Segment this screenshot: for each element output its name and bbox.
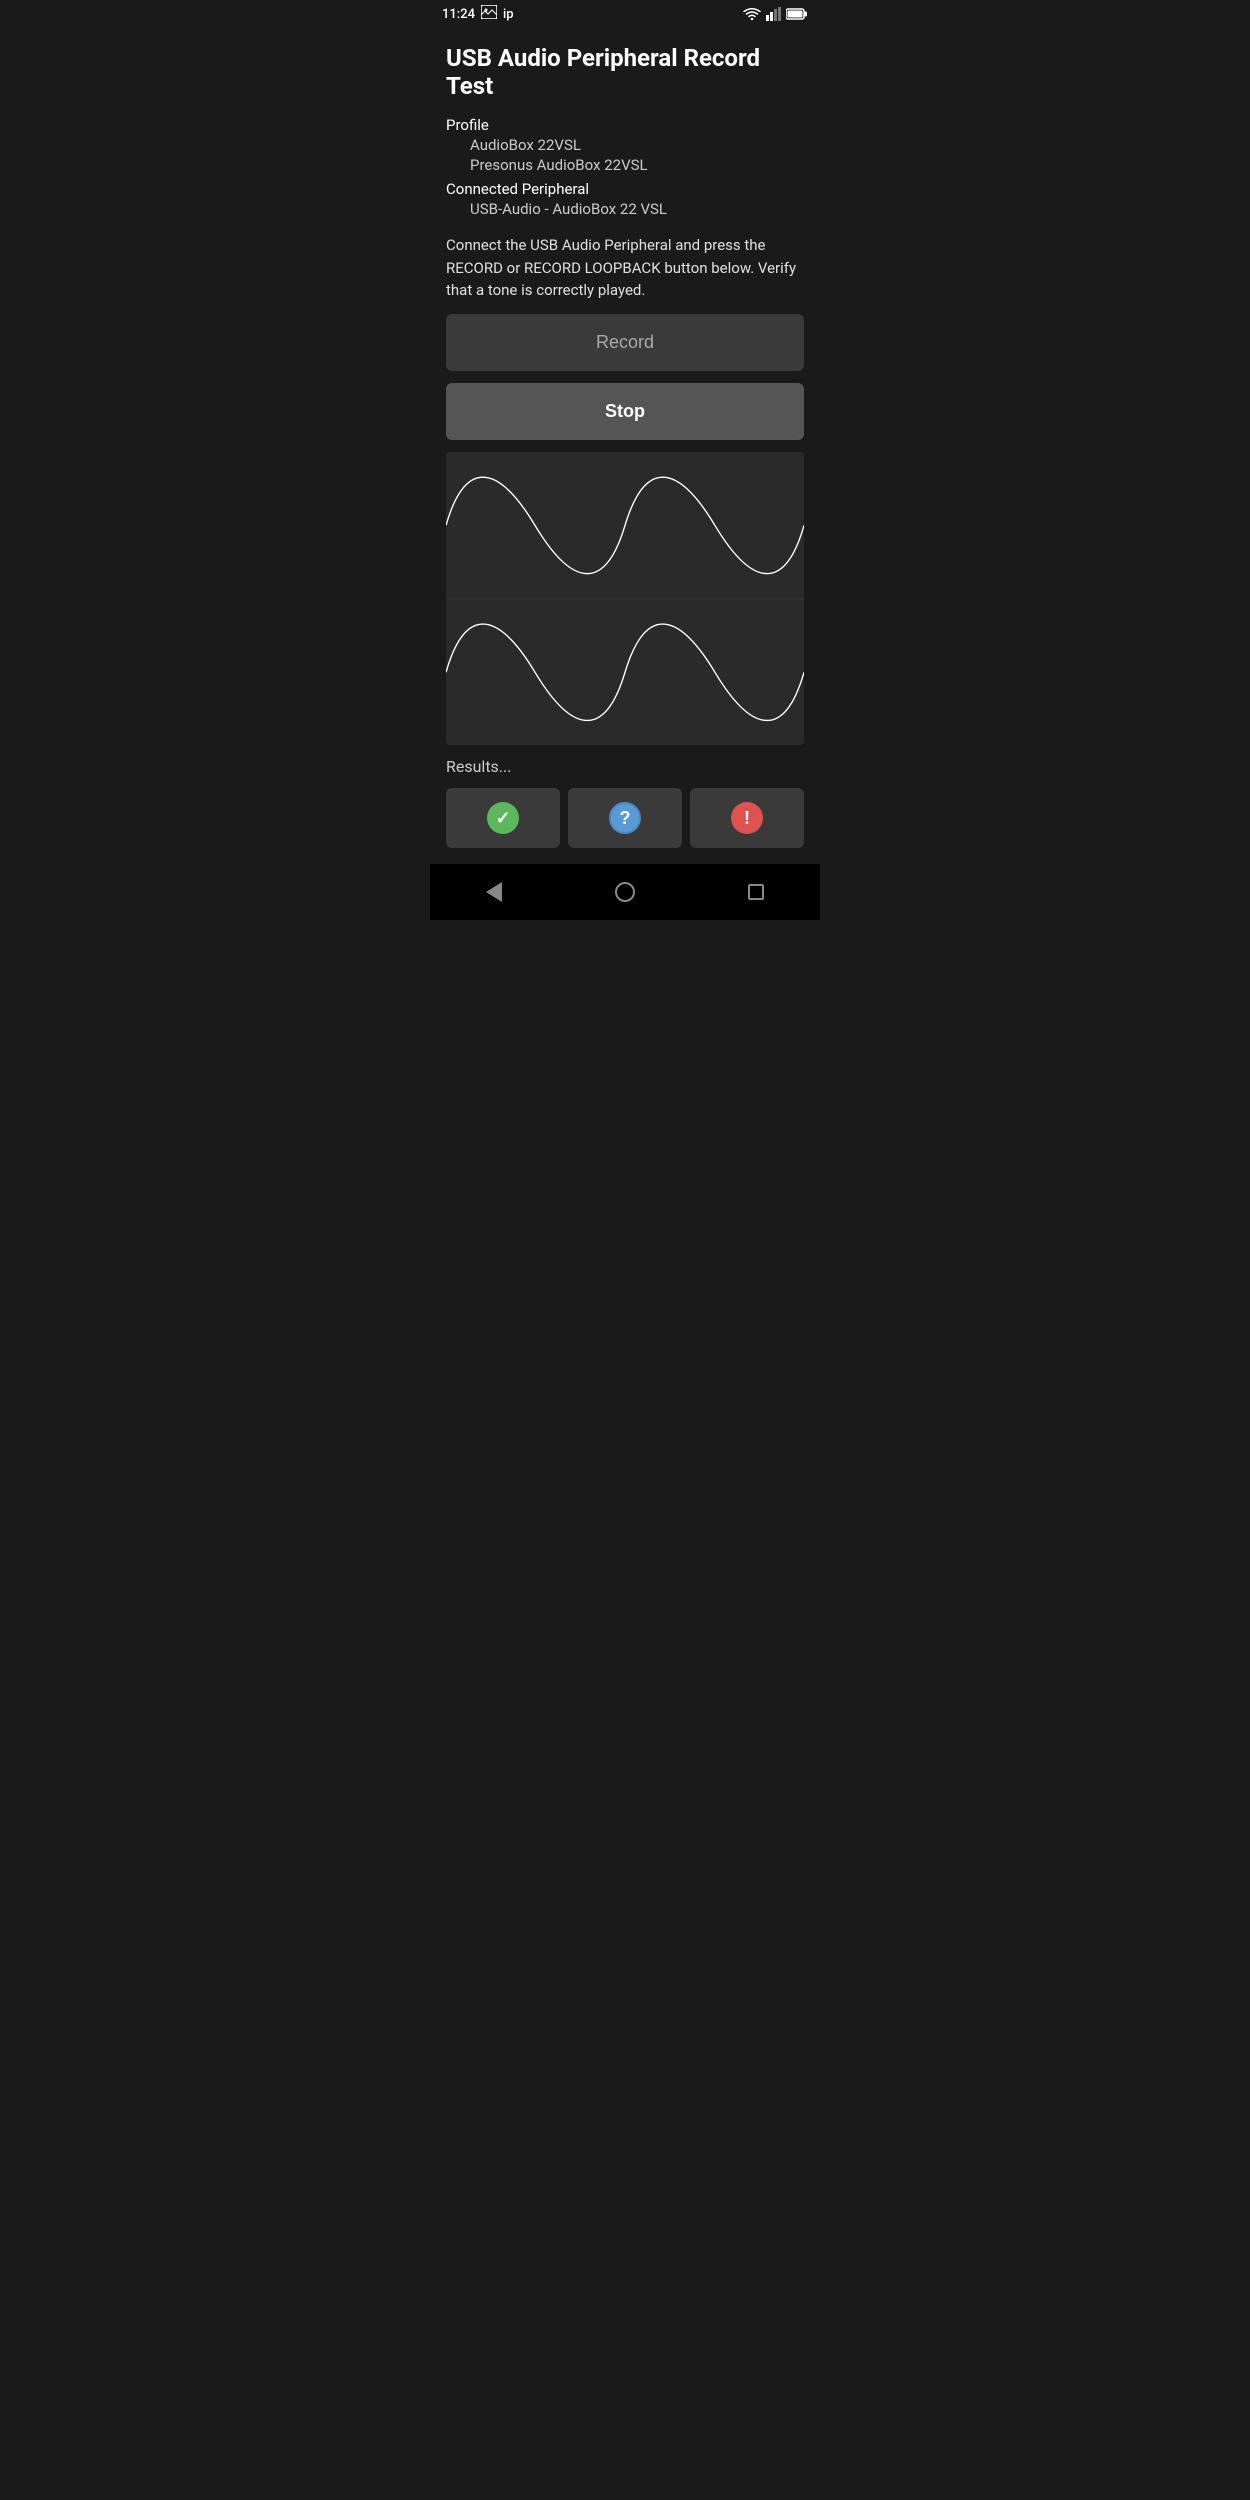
connected-label: Connected Peripheral — [446, 180, 804, 198]
results-label: Results... — [446, 757, 511, 776]
profile-label: Profile — [446, 116, 804, 134]
waveform-container — [446, 452, 804, 746]
status-left: 11:24 ip — [442, 5, 514, 23]
ip-label: ip — [503, 7, 514, 22]
recents-button[interactable] — [724, 876, 788, 908]
result-unknown-button[interactable]: ? — [568, 788, 682, 848]
status-right — [742, 6, 808, 22]
back-button[interactable] — [462, 874, 526, 910]
results-buttons: ✓ ? ! — [446, 788, 804, 848]
main-content: USB Audio Peripheral Record Test Profile… — [430, 28, 820, 864]
recents-icon — [748, 884, 764, 900]
back-icon — [486, 882, 502, 902]
battery-icon — [786, 8, 808, 20]
pass-icon: ✓ — [487, 802, 519, 834]
fail-icon: ! — [731, 802, 763, 834]
unknown-icon: ? — [609, 802, 641, 834]
home-icon — [615, 882, 635, 902]
result-fail-button[interactable]: ! — [690, 788, 804, 848]
waveform-svg — [446, 452, 804, 746]
presonus-value: Presonus AudioBox 22VSL — [446, 156, 804, 174]
audiobox-value: AudioBox 22VSL — [446, 136, 804, 154]
connected-value: USB-Audio - AudioBox 22 VSL — [446, 200, 804, 218]
status-bar: 11:24 ip — [430, 0, 820, 28]
profile-section: Profile AudioBox 22VSL Presonus AudioBox… — [446, 116, 804, 218]
time-display: 11:24 — [442, 7, 475, 22]
nav-bar — [430, 864, 820, 920]
results-section: Results... — [446, 757, 804, 776]
image-icon — [481, 5, 497, 23]
result-pass-button[interactable]: ✓ — [446, 788, 560, 848]
page-title: USB Audio Peripheral Record Test — [446, 44, 804, 100]
stop-button[interactable]: Stop — [446, 383, 804, 440]
instruction-text: Connect the USB Audio Peripheral and pre… — [446, 234, 804, 302]
wifi-icon — [742, 6, 762, 22]
signal-icon — [766, 7, 782, 21]
record-button[interactable]: Record — [446, 314, 804, 371]
home-button[interactable] — [591, 874, 659, 910]
